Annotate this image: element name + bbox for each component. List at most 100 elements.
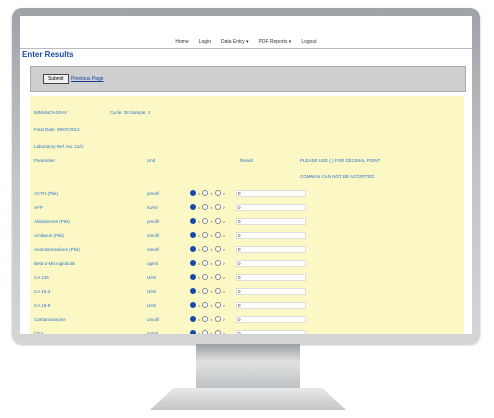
greater-than-symbol: >	[222, 232, 226, 238]
equal-symbol: =	[198, 260, 201, 266]
radio-greater-than[interactable]	[214, 288, 221, 294]
radio-greater-than[interactable]	[214, 260, 221, 266]
less-than-symbol: <	[210, 330, 213, 335]
radio-less-than[interactable]	[202, 316, 209, 322]
radio-equal[interactable]	[190, 218, 196, 224]
greater-than-symbol: >	[222, 274, 226, 280]
parameter-name: CA 15-3	[34, 289, 51, 294]
result-input[interactable]: 0	[236, 330, 306, 334]
monitor-frame: Home Login Data Entry ▾ PDF Reports ▾ Lo…	[12, 8, 480, 344]
table-row: Carbamazepine umol/l = < >0	[30, 315, 464, 325]
parameter-name: CA 19-9	[34, 303, 51, 308]
equal-symbol: =	[198, 204, 201, 210]
menu-logout[interactable]: Logout	[301, 39, 316, 45]
result-input[interactable]: 0	[236, 302, 306, 309]
radio-greater-than[interactable]	[214, 232, 221, 238]
radio-less-than[interactable]	[202, 274, 209, 280]
radio-equal[interactable]	[190, 246, 196, 252]
result-input[interactable]: 0	[236, 218, 306, 225]
radio-less-than[interactable]	[202, 218, 209, 224]
parameter-unit: ug/ml	[147, 261, 159, 266]
greater-than-symbol: >	[222, 190, 226, 196]
less-than-symbol: <	[210, 316, 213, 322]
monitor-stand-neck	[196, 344, 300, 388]
table-row: CA 15-3 U/ml = < >0	[30, 287, 464, 297]
result-input[interactable]: 0	[236, 246, 306, 253]
radio-less-than[interactable]	[202, 232, 209, 238]
table-row: Amikacin (Pkit) umol/l = < >0	[30, 231, 464, 241]
radio-less-than[interactable]	[202, 330, 209, 334]
parameter-unit: IU/ml	[147, 205, 158, 210]
column-parameter: Parameter	[34, 158, 56, 163]
radio-greater-than[interactable]	[214, 218, 221, 224]
radio-greater-than[interactable]	[214, 246, 221, 252]
result-input[interactable]: 0	[236, 288, 306, 295]
table-row: CEA ng/ml = < >0	[30, 329, 464, 334]
radio-less-than[interactable]	[202, 260, 209, 266]
radio-greater-than[interactable]	[214, 204, 221, 210]
page-title: Enter Results	[22, 50, 74, 59]
radio-less-than[interactable]	[202, 204, 209, 210]
action-toolbar: Submit Previous Page	[30, 66, 466, 92]
radio-greater-than[interactable]	[214, 316, 221, 322]
table-row: CA 125 U/ml = < >0	[30, 273, 464, 283]
result-input[interactable]: 0	[236, 316, 306, 323]
table-row: Aldosterone (Pkit) pmol/l = < >0	[30, 217, 464, 227]
results-panel: IMMUNOASSAY Cycle: 38 Sample: 1 Final Da…	[30, 96, 464, 334]
column-unit: Unit	[147, 158, 156, 163]
greater-than-symbol: >	[222, 260, 226, 266]
comparator-group: = < >	[190, 232, 226, 238]
radio-equal[interactable]	[190, 204, 196, 210]
lab-ref-label: Laboratory Ref. No. 11/C	[34, 144, 84, 149]
less-than-symbol: <	[210, 204, 213, 210]
radio-greater-than[interactable]	[214, 330, 221, 334]
parameter-unit: U/ml	[147, 303, 157, 308]
radio-greater-than[interactable]	[214, 274, 221, 280]
comparator-group: = < >	[190, 218, 226, 224]
radio-equal[interactable]	[190, 274, 196, 280]
menu-home[interactable]: Home	[175, 39, 188, 45]
radio-less-than[interactable]	[202, 302, 209, 308]
radio-equal[interactable]	[190, 330, 196, 334]
comparator-group: = < >	[190, 316, 226, 322]
radio-less-than[interactable]	[202, 246, 209, 252]
radio-equal[interactable]	[190, 190, 196, 196]
less-than-symbol: <	[210, 288, 213, 294]
equal-symbol: =	[198, 246, 201, 252]
menu-login[interactable]: Login	[199, 39, 211, 45]
menu-data-entry[interactable]: Data Entry ▾	[221, 39, 249, 45]
parameter-unit: U/ml	[147, 275, 157, 280]
equal-symbol: =	[198, 218, 201, 224]
radio-equal[interactable]	[190, 288, 196, 294]
final-date-label: Final Date: 09/07/2013	[34, 127, 80, 132]
result-input[interactable]: 0	[236, 232, 306, 239]
previous-page-link[interactable]: Previous Page	[71, 76, 104, 82]
parameter-name: CA 125	[34, 275, 49, 280]
greater-than-symbol: >	[222, 330, 226, 335]
greater-than-symbol: >	[222, 302, 226, 308]
monitor-stand-base	[150, 388, 346, 410]
chevron-down-icon: ▾	[288, 39, 292, 45]
monitor-screen: Home Login Data Entry ▾ PDF Reports ▾ Lo…	[20, 16, 472, 334]
comparator-group: = < >	[190, 190, 226, 196]
equal-symbol: =	[198, 302, 201, 308]
radio-less-than[interactable]	[202, 288, 209, 294]
result-input[interactable]: 0	[236, 260, 306, 267]
result-input[interactable]: 0	[236, 204, 306, 211]
comparator-group: = < >	[190, 260, 226, 266]
comparator-group: = < >	[190, 302, 226, 308]
radio-equal[interactable]	[190, 302, 196, 308]
radio-greater-than[interactable]	[214, 190, 221, 196]
comparator-group: = < >	[190, 204, 226, 210]
radio-equal[interactable]	[190, 316, 196, 322]
result-input[interactable]: 0	[236, 190, 306, 197]
radio-less-than[interactable]	[202, 190, 209, 196]
table-row: AFP IU/ml = < >0	[30, 203, 464, 213]
parameter-name: Androstenedione (Pkit)	[34, 247, 80, 252]
radio-equal[interactable]	[190, 232, 196, 238]
menu-pdf-reports[interactable]: PDF Reports ▾	[259, 39, 292, 45]
result-input[interactable]: 0	[236, 274, 306, 281]
radio-equal[interactable]	[190, 260, 196, 266]
radio-greater-than[interactable]	[214, 302, 221, 308]
submit-button[interactable]: Submit	[43, 74, 69, 84]
